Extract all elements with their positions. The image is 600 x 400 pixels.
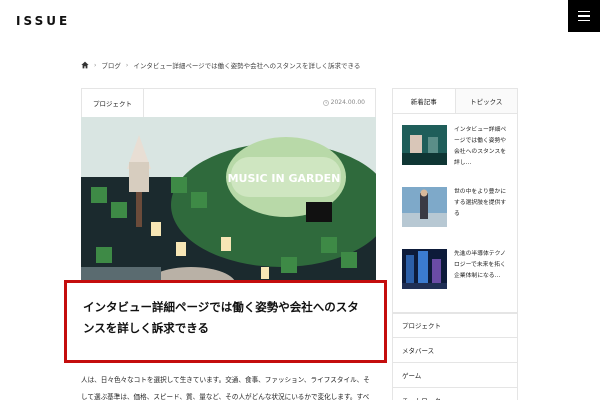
hero-image: MUSIC IN GARDEN [81, 117, 376, 307]
post-title: 先進の半導体テクノロジーで未来を拓く企業体制になる… [454, 251, 506, 279]
article-title-box: インタビュー詳細ページでは働く姿勢や会社へのスタンスを詳しく訴求できる [64, 280, 387, 363]
category-label[interactable]: プロジェクト [82, 89, 144, 117]
hamburger-menu-button[interactable] [568, 0, 600, 32]
hamburger-icon [578, 10, 590, 13]
post-title: 世の中をより豊かにする選択肢を提供する [454, 189, 507, 217]
list-item[interactable]: 先進の半導体テクノロジーで未来を拓く企業体制になる… [393, 244, 517, 306]
sidebar-tabs: 新着記事 トピックス [392, 88, 518, 114]
article: プロジェクト 2024.00.00 MUSIC IN GARDEN [81, 88, 376, 307]
tab-topics[interactable]: トピックス [455, 89, 517, 113]
recent-posts-list: インタビュー詳細ページでは働く姿勢や会社へのスタンスを詳し… 世の中をより豊かに… [392, 114, 518, 314]
list-item[interactable]: 世の中をより豊かにする選択肢を提供する [393, 182, 517, 244]
category-item-metaverse[interactable]: メタバース [393, 338, 517, 363]
chevron-right-icon: › [125, 61, 129, 69]
category-item-project[interactable]: プロジェクト [393, 313, 517, 338]
category-item-teamwork[interactable]: チームワーク [393, 388, 517, 400]
tab-new-posts[interactable]: 新着記事 [393, 89, 456, 113]
chevron-right-icon: › [94, 61, 97, 69]
home-icon[interactable] [81, 61, 89, 69]
hero-sign-text: MUSIC IN GARDEN [228, 172, 341, 185]
post-date-text: 2024.00.00 [330, 99, 365, 106]
article-title: インタビュー詳細ページでは働く姿勢や会社へのスタンスを詳しく訴求できる [83, 300, 359, 335]
clock-icon [322, 99, 329, 106]
breadcrumb: › ブログ › インタビュー詳細ページでは働く姿勢や会社へのスタンスを詳しく訴求… [81, 60, 360, 70]
site-logo[interactable]: ISSUE [16, 14, 70, 28]
article-meta: プロジェクト 2024.00.00 [81, 88, 376, 117]
post-title: インタビュー詳細ページでは働く姿勢や会社へのスタンスを詳し… [454, 127, 507, 166]
post-thumbnail [402, 187, 447, 227]
list-item[interactable]: インタビュー詳細ページでは働く姿勢や会社へのスタンスを詳し… [393, 120, 517, 182]
post-thumbnail [402, 249, 447, 289]
article-body: 人は、日々色々なコトを選択して生きています。交通、食事、ファッション、ライフスタ… [81, 376, 370, 400]
breadcrumb-item-current: インタビュー詳細ページでは働く姿勢や会社へのスタンスを詳しく訴求できる [133, 62, 361, 70]
post-date: 2024.00.00 [322, 99, 365, 106]
breadcrumb-item-blog[interactable]: ブログ [101, 60, 121, 70]
category-list: プロジェクト メタバース ゲーム チームワーク [392, 312, 518, 400]
sidebar: 新着記事 トピックス インタビュー詳細ページでは働く姿勢や会社へのスタンスを詳し… [392, 88, 518, 314]
category-item-game[interactable]: ゲーム [393, 363, 517, 388]
site-header: ISSUE [0, 0, 600, 44]
post-thumbnail [402, 125, 447, 165]
